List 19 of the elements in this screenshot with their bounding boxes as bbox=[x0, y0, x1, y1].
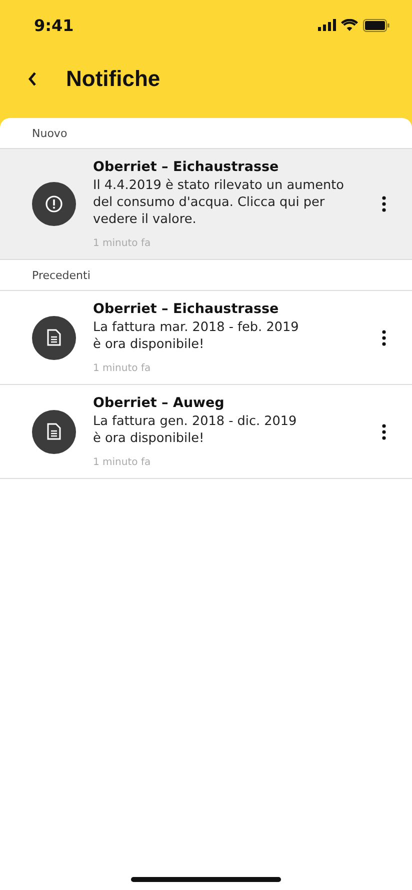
notification-item[interactable]: Oberriet – Eichaustrasse Il 4.4.2019 è stato rilevato un aumento del consumo d'acqua. Clicca qui per vedere il valore. 1 minuto fa bbox=[0, 149, 412, 260]
signal-icon bbox=[318, 19, 336, 31]
page-title: Notifiche bbox=[66, 66, 160, 92]
alert-icon bbox=[45, 195, 63, 213]
wifi-icon bbox=[341, 19, 358, 31]
document-icon bbox=[47, 329, 61, 346]
notification-message: La fattura mar. 2018 - feb. 2019 è ora disponibile! bbox=[93, 319, 300, 353]
notification-title: Oberriet – Auweg bbox=[93, 395, 226, 411]
notification-message: Il 4.4.2019 è stato rilevato un aumento del consumo d'acqua. Clicca qui per vedere il valore. bbox=[93, 177, 345, 228]
battery-icon bbox=[363, 18, 390, 32]
notification-title: Oberriet – Eichaustrasse bbox=[93, 159, 280, 175]
notification-time: 1 minuto fa bbox=[93, 363, 152, 374]
notification-message: La fattura gen. 2018 - dic. 2019 è ora disponibile! bbox=[93, 413, 298, 447]
notification-time: 1 minuto fa bbox=[93, 457, 152, 468]
notification-title: Oberriet – Eichaustrasse bbox=[93, 301, 280, 317]
document-icon bbox=[47, 423, 61, 440]
status-time: 9:41 bbox=[34, 16, 74, 34]
notification-time: 1 minuto fa bbox=[93, 238, 152, 249]
back-icon[interactable] bbox=[27, 71, 37, 87]
